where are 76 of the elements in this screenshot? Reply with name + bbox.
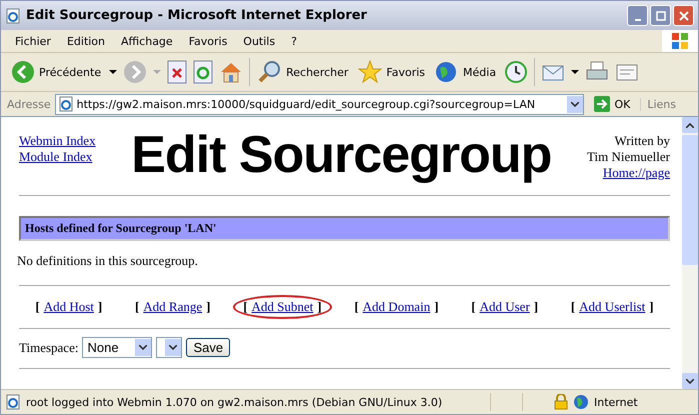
- action-link[interactable]: Add Host: [44, 299, 94, 315]
- bracket: ]: [534, 299, 538, 315]
- page-icon: [5, 394, 21, 410]
- nav-link[interactable]: Module Index: [19, 149, 96, 165]
- close-button[interactable]: [673, 5, 694, 26]
- stop-icon[interactable]: [167, 60, 188, 84]
- star-icon: [358, 60, 382, 84]
- bracket: ]: [206, 299, 210, 315]
- menu-item[interactable]: Fichier: [7, 34, 59, 48]
- credit-text: Written by: [614, 133, 670, 149]
- timespace-label: Timespace:: [19, 340, 78, 356]
- minimize-icon: [634, 18, 640, 20]
- bracket: [: [35, 299, 40, 315]
- go-button[interactable]: OK: [588, 96, 636, 112]
- media-button[interactable]: Média: [433, 60, 498, 84]
- browser-icon: [5, 8, 21, 24]
- section-header: Hosts defined for Sourcegroup 'LAN': [19, 216, 670, 241]
- caret-icon[interactable]: [109, 70, 118, 74]
- search-button[interactable]: Rechercher: [256, 60, 350, 84]
- forward-icon[interactable]: [123, 60, 148, 84]
- window-title: Edit Sourcegroup - Microsoft Internet Explorer: [26, 8, 368, 23]
- bracket: [: [354, 299, 359, 315]
- menu-item[interactable]: Favoris: [180, 34, 236, 48]
- timespace-select[interactable]: None: [82, 337, 152, 358]
- caret-icon: [169, 345, 178, 350]
- menu-item[interactable]: Outils: [235, 34, 284, 48]
- dropdown-button[interactable]: [567, 96, 584, 112]
- save-button[interactable]: Save: [186, 338, 230, 357]
- lock-icon: [554, 394, 568, 410]
- address-label: Adresse: [7, 98, 51, 110]
- action-link[interactable]: Add Userlist: [579, 299, 646, 315]
- bracket: [: [243, 299, 248, 315]
- page-heading: Edit Sourcegroup: [131, 125, 552, 185]
- status-text: root logged into Webmin 1.070 on gw2.maison.mrs (Debian GNU/Linux 3.0): [26, 396, 442, 408]
- menu-item[interactable]: ?: [283, 34, 305, 48]
- action-link[interactable]: Add User: [480, 299, 530, 315]
- links-label[interactable]: Liens: [640, 98, 692, 110]
- caret-icon[interactable]: [571, 70, 580, 74]
- close-icon: [678, 10, 688, 20]
- action-link[interactable]: Add Range: [143, 299, 202, 315]
- refresh-icon[interactable]: [193, 60, 214, 84]
- windows-logo-icon: [662, 30, 698, 52]
- minimize-button[interactable]: [627, 5, 648, 26]
- home-icon[interactable]: [219, 60, 244, 84]
- search-icon: [258, 60, 282, 84]
- caret-icon: [139, 345, 148, 350]
- action-link[interactable]: Add Domain: [362, 299, 430, 315]
- empty-message: No definitions in this sourcegroup.: [17, 253, 199, 269]
- bracket: ]: [434, 299, 439, 315]
- action-link[interactable]: Add Subnet: [252, 299, 314, 315]
- maximize-icon: [656, 10, 666, 20]
- history-icon[interactable]: [504, 60, 528, 84]
- address-field[interactable]: https://gw2.maison.mrs:10000/squidguard/edit_sourcegroup.cgi?sourcegroup=LAN: [54, 94, 584, 114]
- credit-text: Tim Niemueller: [587, 149, 670, 165]
- menu-item[interactable]: Edition: [58, 34, 114, 48]
- bracket: ]: [98, 299, 102, 315]
- menu-item[interactable]: Affichage: [113, 34, 181, 48]
- back-button[interactable]: Précédente: [9, 60, 104, 84]
- favorites-button[interactable]: Favoris: [356, 60, 428, 84]
- scroll-up-icon: [686, 122, 694, 128]
- secondary-select[interactable]: [156, 337, 182, 358]
- vertical-scrollbar[interactable]: [682, 117, 698, 389]
- nav-link[interactable]: Webmin Index: [19, 133, 96, 149]
- bracket: ]: [649, 299, 654, 315]
- bracket: [: [570, 299, 576, 315]
- scroll-down-icon: [686, 378, 694, 384]
- home-link[interactable]: Home://page: [602, 165, 670, 181]
- bracket: [: [471, 299, 476, 315]
- bracket: [: [134, 299, 140, 315]
- globe-icon: [573, 394, 589, 410]
- page-icon: [58, 96, 74, 112]
- zone-text: Internet: [594, 396, 639, 408]
- caret-icon: [571, 102, 580, 106]
- go-arrow-icon: [594, 96, 610, 112]
- maximize-button[interactable]: [650, 5, 671, 26]
- bracket: ]: [317, 299, 322, 315]
